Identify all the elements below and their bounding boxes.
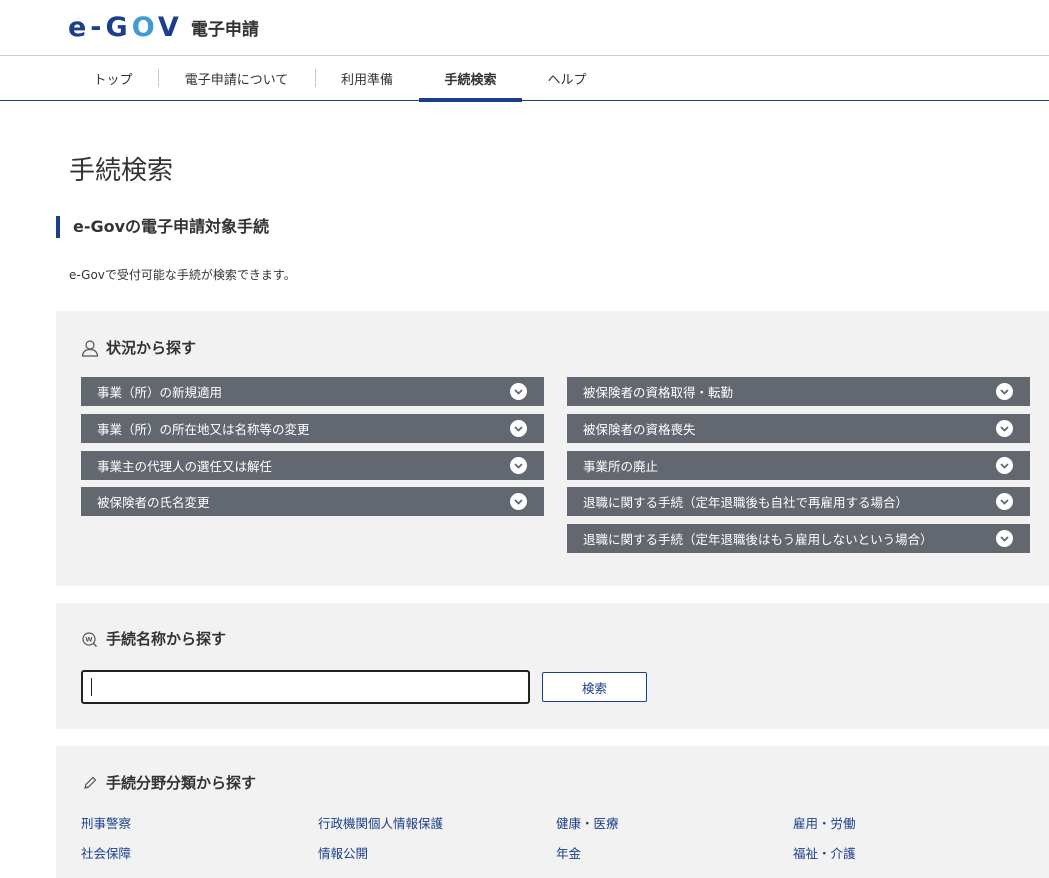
- name-search-heading-label: 手続名称から探す: [106, 630, 227, 648]
- nav-item-about[interactable]: 電子申請について: [158, 56, 315, 101]
- word-search-icon: W: [80, 629, 100, 649]
- chevron-down-icon: [996, 383, 1013, 400]
- field-search-heading: 手続分野分類から探す: [80, 772, 256, 793]
- situation-heading-label: 状況から探す: [106, 339, 197, 357]
- svg-text:W: W: [85, 635, 92, 643]
- accordion-label: 被保険者の資格取得・転勤: [583, 385, 734, 400]
- accordion-label: 被保険者の氏名変更: [97, 495, 210, 510]
- accordion-label: 事業（所）の所在地又は名称等の変更: [97, 422, 310, 437]
- global-nav: トップ 電子申請について 利用準備 手続検索 ヘルプ: [0, 56, 1049, 102]
- accordion-new-application[interactable]: 事業（所）の新規適用: [81, 377, 544, 406]
- person-icon: [80, 338, 100, 358]
- service-name: 電子申請: [190, 19, 259, 40]
- site-header: e-GOV 電子申請: [0, 0, 1049, 56]
- accordion-agent-appointment[interactable]: 事業主の代理人の選任又は解任: [81, 451, 544, 480]
- field-link-information-disclosure[interactable]: 情報公開: [318, 843, 368, 862]
- chevron-down-icon: [996, 457, 1013, 474]
- field-link-social-security[interactable]: 社会保障: [81, 843, 131, 862]
- procedure-name-input[interactable]: [81, 670, 530, 704]
- accordion-qualification-loss[interactable]: 被保険者の資格喪失: [567, 414, 1030, 443]
- field-search-panel: 手続分野分類から探す 刑事警察 行政機関個人情報保護 健康・医療 雇用・労働 社…: [56, 746, 1049, 878]
- accordion-label: 事業（所）の新規適用: [97, 385, 223, 400]
- nav-item-procedure-search[interactable]: 手続検索: [419, 56, 522, 102]
- field-link-privacy-protection[interactable]: 行政機関個人情報保護: [318, 813, 443, 832]
- name-search-heading: W 手続名称から探す: [80, 628, 226, 649]
- chevron-down-icon: [510, 383, 527, 400]
- chevron-down-icon: [510, 420, 527, 437]
- accordion-label: 事業主の代理人の選任又は解任: [97, 459, 273, 474]
- chevron-down-icon: [996, 530, 1013, 547]
- nav-item-top[interactable]: トップ: [68, 56, 158, 101]
- accordion-retirement-rehire[interactable]: 退職に関する手続（定年退職後も自社で再雇用する場合）: [567, 487, 1030, 516]
- situation-panel: 状況から探す 事業（所）の新規適用 事業（所）の所在地又は名称等の変更 事業主の…: [56, 311, 1049, 586]
- lead-text: e-Govで受付可能な手続が検索できます。: [69, 268, 296, 282]
- field-link-pension[interactable]: 年金: [556, 843, 581, 862]
- field-search-heading-label: 手続分野分類から探す: [106, 774, 257, 792]
- accordion-office-closure[interactable]: 事業所の廃止: [567, 451, 1030, 480]
- page-title: 手続検索: [69, 156, 174, 186]
- accordion-label: 事業所の廃止: [583, 459, 659, 474]
- accordion-label: 退職に関する手続（定年退職後も自社で再雇用する場合）: [583, 495, 909, 510]
- chevron-down-icon: [510, 457, 527, 474]
- accordion-retirement-no-rehire[interactable]: 退職に関する手続（定年退職後はもう雇用しないという場合）: [567, 524, 1030, 553]
- logo-mark: e-GOV: [68, 11, 183, 43]
- field-link-health-medical[interactable]: 健康・医療: [556, 813, 619, 832]
- name-search-panel: W 手続名称から探す 検索: [56, 603, 1049, 729]
- egov-logo[interactable]: e-GOV 電子申請: [68, 11, 259, 43]
- field-link-welfare-care[interactable]: 福祉・介護: [793, 843, 856, 862]
- search-button[interactable]: 検索: [542, 672, 647, 702]
- field-link-criminal-police[interactable]: 刑事警察: [81, 813, 131, 832]
- chevron-down-icon: [510, 493, 527, 510]
- nav-item-help[interactable]: ヘルプ: [522, 56, 612, 101]
- accordion-address-change[interactable]: 事業（所）の所在地又は名称等の変更: [81, 414, 544, 443]
- accordion-label: 退職に関する手続（定年退職後はもう雇用しないという場合）: [583, 532, 933, 547]
- accordion-label: 被保険者の資格喪失: [583, 422, 696, 437]
- nav-item-preparation[interactable]: 利用準備: [315, 56, 419, 101]
- situation-heading: 状況から探す: [80, 337, 196, 358]
- field-link-employment-labor[interactable]: 雇用・労働: [793, 813, 856, 832]
- pencil-icon: [80, 773, 100, 793]
- text-caret: [91, 678, 92, 696]
- accordion-qualification-acquisition[interactable]: 被保険者の資格取得・転勤: [567, 377, 1030, 406]
- section-title: e-Govの電子申請対象手続: [56, 216, 269, 238]
- accordion-name-change[interactable]: 被保険者の氏名変更: [81, 487, 544, 516]
- chevron-down-icon: [996, 420, 1013, 437]
- chevron-down-icon: [996, 493, 1013, 510]
